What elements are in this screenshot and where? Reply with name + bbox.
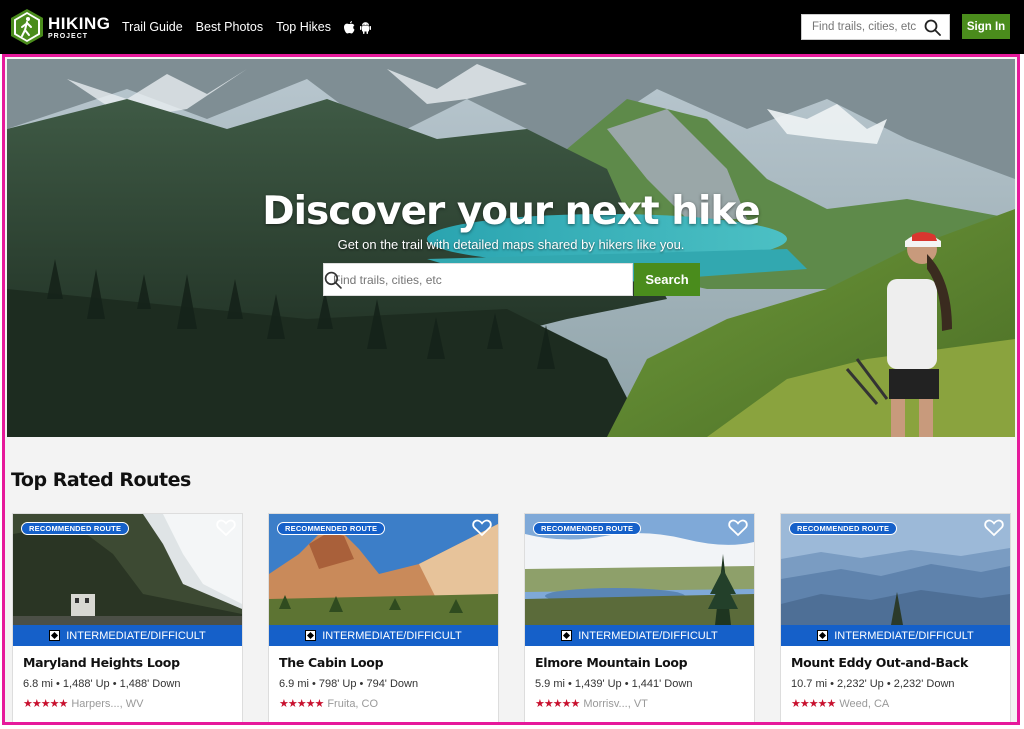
route-stats: 6.8 mi • 1,488' Up • 1,488' Down [23,678,181,690]
sign-in-button[interactable]: Sign In [962,14,1010,39]
hero-title: Discover your next hike [262,189,760,234]
route-cards: RECOMMENDED ROUTE INTERMEDIATE/DIFFICULT… [12,513,1012,722]
hero-search [323,263,633,296]
star-rating-icon: ★★★★★ [535,698,580,710]
star-rating-icon: ★★★★★ [279,698,324,710]
route-rating: ★★★★★ Harpers..., WV [23,697,144,711]
difficulty-bar: INTERMEDIATE/DIFFICULT [781,625,1010,646]
route-location: Morrisv..., VT [583,697,648,710]
nav-trail-guide[interactable]: Trail Guide [122,20,183,34]
heart-icon[interactable] [472,519,492,537]
nav-top-hikes[interactable]: Top Hikes [276,20,331,34]
route-name[interactable]: Mount Eddy Out-and-Back [791,655,968,670]
route-card[interactable]: RECOMMENDED ROUTE INTERMEDIATE/DIFFICULT… [524,513,755,722]
star-rating-icon: ★★★★★ [791,698,836,710]
main-nav: Trail Guide Best Photos Top Hikes [122,0,371,54]
route-name[interactable]: Maryland Heights Loop [23,655,180,670]
difficulty-label: INTERMEDIATE/DIFFICULT [578,629,718,642]
hero-search-input[interactable] [324,264,594,295]
heart-icon[interactable] [728,519,748,537]
hiker-logo-icon [10,8,44,46]
difficulty-diamond-icon [561,630,573,641]
search-icon[interactable] [324,271,342,289]
heart-icon[interactable] [984,519,1004,537]
star-rating-icon: ★★★★★ [23,698,68,710]
difficulty-bar: INTERMEDIATE/DIFFICULT [525,625,754,646]
route-name[interactable]: The Cabin Loop [279,655,384,670]
route-rating: ★★★★★ Fruita, CO [279,697,379,711]
recommended-route-badge: RECOMMENDED ROUTE [277,522,386,535]
route-card[interactable]: RECOMMENDED ROUTE INTERMEDIATE/DIFFICULT… [780,513,1011,722]
recommended-route-badge: RECOMMENDED ROUTE [533,522,642,535]
route-stats: 5.9 mi • 1,439' Up • 1,441' Down [535,678,693,690]
difficulty-diamond-icon [817,630,829,641]
route-stats: 6.9 mi • 798' Up • 794' Down [279,678,419,690]
apple-icon[interactable] [343,20,355,34]
route-name[interactable]: Elmore Mountain Loop [535,655,688,670]
route-location: Harpers..., WV [71,697,144,710]
header-search-input[interactable] [802,15,922,39]
logo-line-1: HIKING [48,13,111,33]
recommended-route-badge: RECOMMENDED ROUTE [789,522,898,535]
header-search [801,14,950,40]
top-bar: HIKING PROJECT Trail Guide Best Photos T… [0,0,1024,54]
route-rating: ★★★★★ Morrisv..., VT [535,697,648,711]
route-card[interactable]: RECOMMENDED ROUTE INTERMEDIATE/DIFFICULT… [12,513,243,722]
android-icon[interactable] [359,21,371,34]
logo-line-2: PROJECT [48,32,89,40]
difficulty-diamond-icon [305,630,317,641]
nav-best-photos[interactable]: Best Photos [196,20,263,34]
route-location: Fruita, CO [327,697,379,710]
difficulty-bar: INTERMEDIATE/DIFFICULT [269,625,498,646]
section-title: Top Rated Routes [11,469,191,491]
hero-subtitle: Get on the trail with detailed maps shar… [337,237,685,252]
difficulty-diamond-icon [49,630,61,641]
difficulty-label: INTERMEDIATE/DIFFICULT [834,629,974,642]
search-icon[interactable] [924,19,941,36]
hero-search-button[interactable]: Search [634,263,700,296]
route-stats: 10.7 mi • 2,232' Up • 2,232' Down [791,678,955,690]
difficulty-label: INTERMEDIATE/DIFFICULT [66,629,206,642]
route-rating: ★★★★★ Weed, CA [791,697,890,711]
hiking-project-logo[interactable]: HIKING PROJECT [10,8,111,46]
main-content: Discover your next hike Get on the trail… [2,54,1020,725]
route-card[interactable]: RECOMMENDED ROUTE INTERMEDIATE/DIFFICULT… [268,513,499,722]
difficulty-bar: INTERMEDIATE/DIFFICULT [13,625,242,646]
route-location: Weed, CA [839,697,890,710]
recommended-route-badge: RECOMMENDED ROUTE [21,522,130,535]
heart-icon[interactable] [216,519,236,537]
difficulty-label: INTERMEDIATE/DIFFICULT [322,629,462,642]
hero-banner: Discover your next hike Get on the trail… [7,59,1015,437]
